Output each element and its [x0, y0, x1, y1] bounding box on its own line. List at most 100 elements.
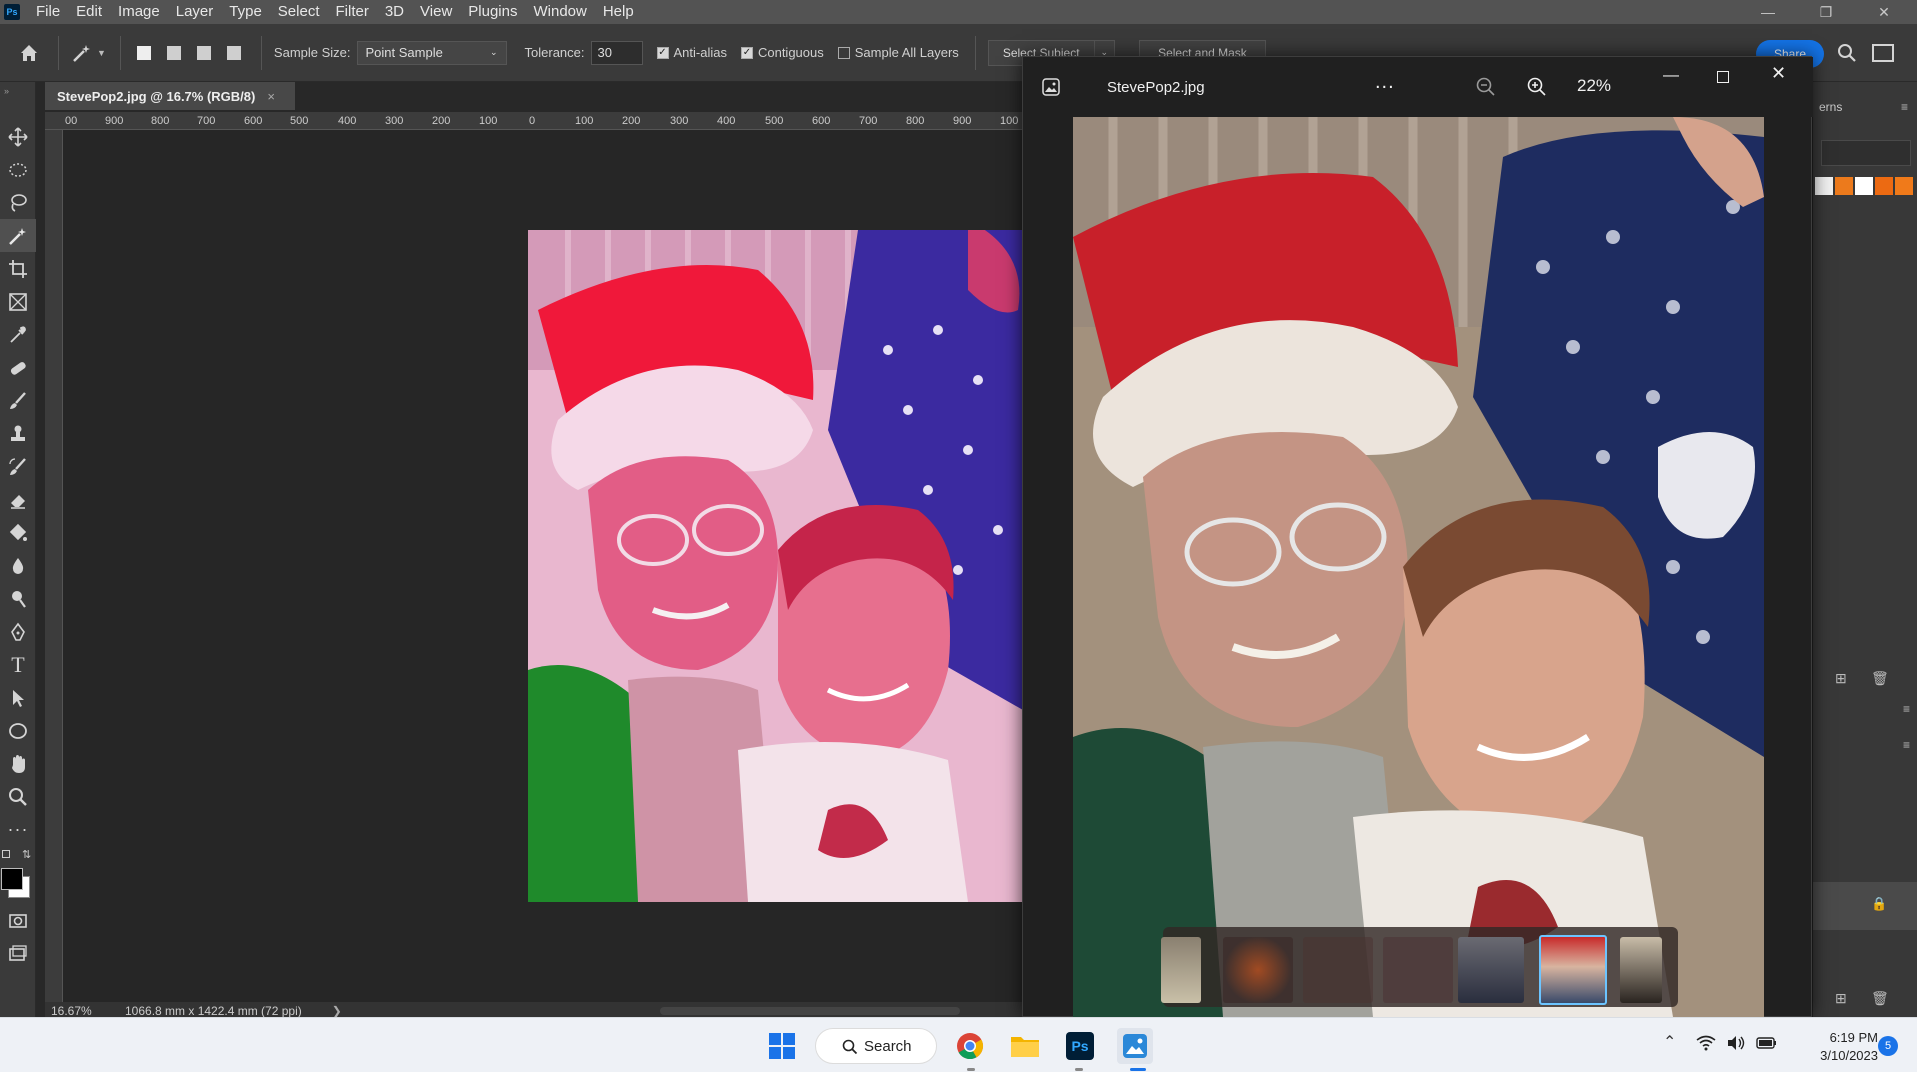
- filmstrip-thumbnail[interactable]: [1303, 937, 1373, 1003]
- horizontal-scrollbar[interactable]: [660, 1007, 960, 1015]
- delete-layer-icon[interactable]: 🗑: [1871, 990, 1889, 1007]
- new-swatch-icon[interactable]: ⊞: [1835, 670, 1847, 687]
- foreground-color-swatch[interactable]: [1, 868, 23, 890]
- menu-layer[interactable]: Layer: [168, 0, 222, 24]
- default-colors-icon[interactable]: [2, 850, 10, 858]
- screen-mode-icon[interactable]: [0, 937, 36, 970]
- taskbar-clock[interactable]: 6:19 PM 3/10/2023: [1788, 1029, 1878, 1065]
- blur-tool-icon[interactable]: [0, 549, 36, 582]
- add-selection-icon[interactable]: [163, 42, 185, 64]
- swatch[interactable]: [1895, 177, 1913, 195]
- workspace-icon[interactable]: [1872, 44, 1894, 62]
- sample-all-layers-checkbox[interactable]: Sample All Layers: [837, 45, 959, 60]
- magic-wand-preset-icon[interactable]: ▼: [71, 42, 106, 64]
- eyedropper-tool-icon[interactable]: [0, 318, 36, 351]
- photos-taskbar-icon[interactable]: [1117, 1028, 1153, 1064]
- more-tools-icon[interactable]: ···: [0, 813, 36, 846]
- status-menu-icon[interactable]: ❯: [332, 1004, 342, 1018]
- menu-plugins[interactable]: Plugins: [460, 0, 525, 24]
- menu-file[interactable]: File: [28, 0, 68, 24]
- sample-size-select[interactable]: Point Sample ⌄: [356, 40, 507, 65]
- eraser-tool-icon[interactable]: [0, 483, 36, 516]
- filmstrip-thumbnail-selected[interactable]: [1539, 935, 1607, 1005]
- panel-menu-icon[interactable]: ≡: [1901, 100, 1908, 114]
- marquee-tool-icon[interactable]: [0, 153, 36, 186]
- canvas-photo[interactable]: [528, 230, 1023, 902]
- magic-wand-tool-icon[interactable]: [0, 219, 36, 252]
- filmstrip-thumbnail[interactable]: [1620, 937, 1662, 1003]
- brush-tool-icon[interactable]: [0, 384, 36, 417]
- zoom-level[interactable]: 16.67%: [45, 1004, 117, 1018]
- filmstrip-thumbnail[interactable]: [1458, 937, 1524, 1003]
- paint-bucket-tool-icon[interactable]: [0, 516, 36, 549]
- new-selection-icon[interactable]: [133, 42, 155, 64]
- filmstrip-thumbnail[interactable]: [1161, 937, 1201, 1003]
- chrome-icon[interactable]: [952, 1028, 988, 1064]
- collapse-icon[interactable]: »: [0, 82, 35, 120]
- layer-row[interactable]: 🔒: [1813, 882, 1917, 930]
- menu-window[interactable]: Window: [525, 0, 594, 24]
- panel-menu-icon[interactable]: ≡: [1903, 702, 1910, 716]
- new-layer-icon[interactable]: ⊞: [1835, 990, 1847, 1007]
- ellipse-tool-icon[interactable]: [0, 714, 36, 747]
- wifi-icon[interactable]: [1696, 1035, 1716, 1054]
- swatch[interactable]: [1835, 177, 1853, 195]
- stamp-tool-icon[interactable]: [0, 417, 36, 450]
- swatch-row[interactable]: [1815, 177, 1913, 195]
- start-icon[interactable]: [764, 1028, 800, 1064]
- subtract-selection-icon[interactable]: [193, 42, 215, 64]
- menu-type[interactable]: Type: [221, 0, 270, 24]
- intersect-selection-icon[interactable]: [223, 42, 245, 64]
- taskbar-search[interactable]: Search: [815, 1028, 937, 1064]
- delete-icon[interactable]: 🗑: [1871, 670, 1889, 687]
- notification-badge[interactable]: 5: [1878, 1036, 1898, 1056]
- viewer-photo[interactable]: [1073, 117, 1764, 1017]
- quick-mask-icon[interactable]: [0, 904, 36, 937]
- viewer-maximize-icon[interactable]: [1717, 71, 1729, 83]
- menu-image[interactable]: Image: [110, 0, 168, 24]
- menu-select[interactable]: Select: [270, 0, 328, 24]
- zoom-out-icon[interactable]: [1475, 76, 1497, 101]
- menu-edit[interactable]: Edit: [68, 0, 110, 24]
- close-icon[interactable]: ✕: [1861, 0, 1907, 24]
- color-swatches[interactable]: ⇅: [0, 846, 35, 904]
- healing-brush-tool-icon[interactable]: [0, 351, 36, 384]
- menu-help[interactable]: Help: [595, 0, 642, 24]
- restore-icon[interactable]: ❐: [1803, 0, 1849, 24]
- zoom-in-icon[interactable]: [1526, 76, 1548, 101]
- file-explorer-icon[interactable]: [1007, 1028, 1043, 1064]
- show-hidden-icons-icon[interactable]: ⌃: [1663, 1032, 1676, 1052]
- swap-colors-icon[interactable]: ⇅: [22, 848, 31, 861]
- filmstrip-thumbnail[interactable]: [1223, 937, 1293, 1003]
- tolerance-input[interactable]: [590, 40, 643, 65]
- lasso-tool-icon[interactable]: [0, 186, 36, 219]
- search-icon[interactable]: [1836, 42, 1858, 67]
- viewer-minimize-icon[interactable]: —: [1663, 67, 1679, 85]
- crop-tool-icon[interactable]: [0, 252, 36, 285]
- panel-menu-icon[interactable]: ≡: [1903, 738, 1910, 752]
- minimize-icon[interactable]: —: [1745, 0, 1791, 24]
- volume-icon[interactable]: [1726, 1035, 1746, 1054]
- battery-icon[interactable]: [1756, 1035, 1778, 1054]
- more-options-icon[interactable]: ...: [1375, 71, 1395, 94]
- menu-filter[interactable]: Filter: [328, 0, 377, 24]
- pen-tool-icon[interactable]: [0, 615, 36, 648]
- close-tab-icon[interactable]: ×: [267, 89, 275, 104]
- swatch[interactable]: [1815, 177, 1833, 195]
- menu-3d[interactable]: 3D: [377, 0, 412, 24]
- swatch[interactable]: [1875, 177, 1893, 195]
- history-brush-tool-icon[interactable]: [0, 450, 36, 483]
- swatch[interactable]: [1855, 177, 1873, 195]
- panel-search-input[interactable]: [1821, 140, 1911, 166]
- path-selection-tool-icon[interactable]: [0, 681, 36, 714]
- filmstrip-thumbnail[interactable]: [1383, 937, 1453, 1003]
- photoshop-taskbar-icon[interactable]: Ps: [1062, 1028, 1098, 1064]
- frame-tool-icon[interactable]: [0, 285, 36, 318]
- anti-alias-checkbox[interactable]: ✓ Anti-alias: [656, 45, 727, 60]
- panel-tab-label[interactable]: erns: [1819, 100, 1842, 114]
- zoom-tool-icon[interactable]: [0, 780, 36, 813]
- home-icon[interactable]: [0, 42, 58, 64]
- type-tool-icon[interactable]: T: [0, 648, 36, 681]
- contiguous-checkbox[interactable]: ✓ Contiguous: [740, 45, 824, 60]
- dodge-tool-icon[interactable]: [0, 582, 36, 615]
